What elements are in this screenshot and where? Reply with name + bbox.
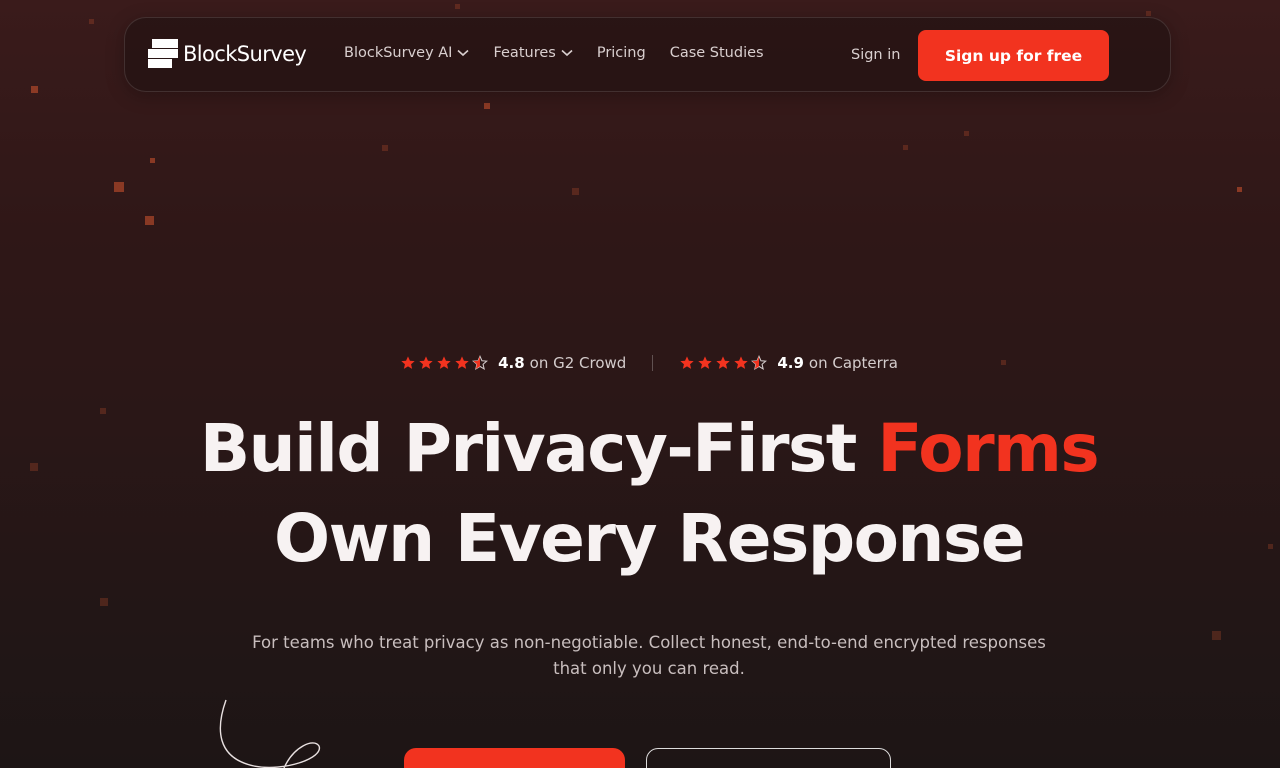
nav-item-blocksurvey-ai[interactable]: BlockSurvey AI [344, 45, 470, 61]
headline-accent-text: Forms [877, 410, 1099, 487]
hero-primary-button[interactable] [404, 748, 625, 768]
top-navbar: BlockSurvey BlockSurvey AI Features Pric… [124, 17, 1171, 92]
nav-item-label: BlockSurvey AI [344, 45, 453, 61]
signup-button[interactable]: Sign up for free [918, 30, 1109, 81]
star-icon [698, 356, 712, 369]
rating-g2: 4.8 on G2 Crowd [400, 354, 626, 372]
nav-item-pricing[interactable]: Pricing [597, 45, 646, 61]
star-icon [734, 356, 748, 369]
hero-subtitle: For teams who treat privacy as non-negot… [252, 633, 1046, 678]
star-icon [401, 356, 415, 369]
star-rating [679, 355, 769, 371]
nav-item-features[interactable]: Features [493, 45, 573, 61]
blocksurvey-logo-icon [148, 39, 178, 69]
nav-item-label: Case Studies [669, 45, 764, 61]
nav-item-label: Features [493, 45, 556, 61]
rating-source: on Capterra [808, 354, 898, 372]
star-icon [680, 356, 694, 369]
rating-score: 4.9 [777, 354, 804, 372]
ratings-divider [652, 355, 654, 371]
squiggle-decoration-icon [219, 699, 320, 768]
hero-secondary-button[interactable] [646, 748, 891, 768]
star-rating [400, 355, 490, 371]
ratings-bar: 4.8 on G2 Crowd 4.9 on Capterra [0, 354, 1280, 372]
rating-capterra: 4.9 on Capterra [679, 354, 898, 372]
rating-score: 4.8 [498, 354, 525, 372]
nav-links: BlockSurvey AI Features Pricing Case Stu… [344, 45, 788, 61]
nav-item-label: Pricing [596, 45, 646, 61]
nav-item-case-studies[interactable]: Case Studies [670, 45, 764, 61]
hero-headline-line2: Own Every Response [274, 500, 1025, 577]
star-icon [455, 356, 469, 369]
half-star-icon [751, 355, 768, 371]
headline-main-text: Build Privacy-First [199, 410, 858, 487]
chevron-down-icon [561, 49, 573, 57]
star-icon [419, 356, 433, 369]
brand-name: BlockSurvey [183, 42, 307, 66]
half-star-icon [472, 355, 489, 371]
signin-link[interactable]: Sign in [851, 47, 900, 63]
rating-source: on G2 Crowd [529, 354, 627, 372]
star-icon [437, 356, 451, 369]
star-icon [716, 356, 730, 369]
hero-headline-line1: Build Privacy-First Forms [0, 410, 1280, 487]
brand-logo[interactable]: BlockSurvey [148, 39, 307, 69]
chevron-down-icon [457, 49, 470, 57]
